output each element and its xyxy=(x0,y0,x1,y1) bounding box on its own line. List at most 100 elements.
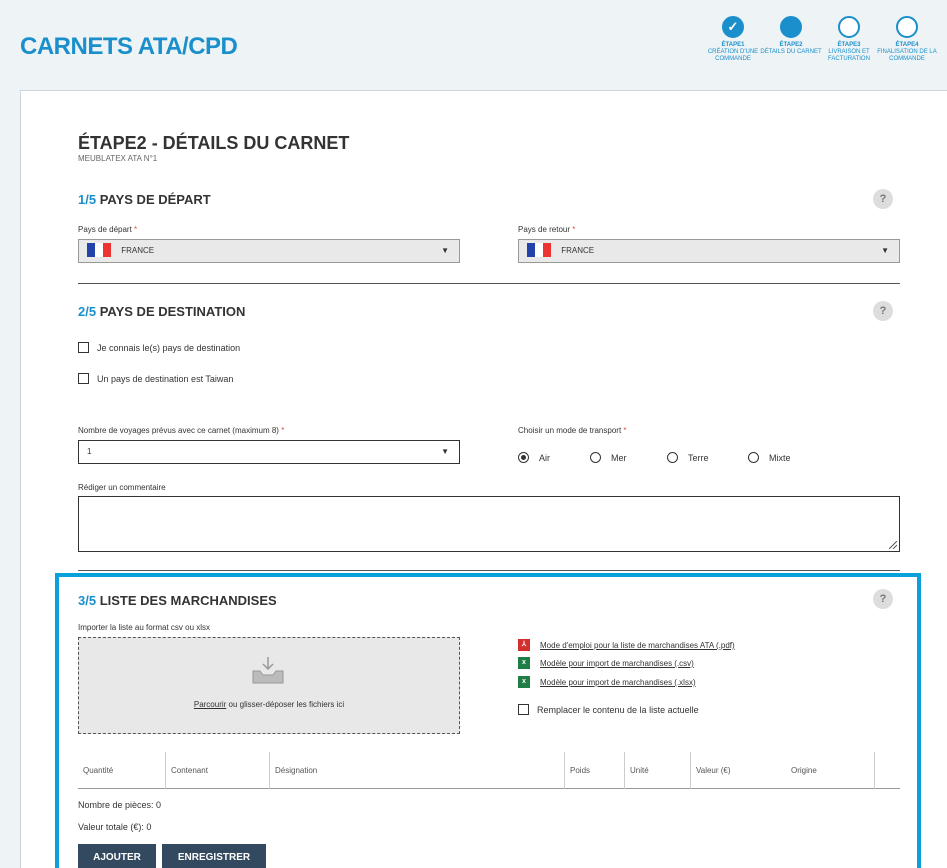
voyages-label-text: Nombre de voyages prévus avec ce carnet … xyxy=(78,426,279,435)
column-header[interactable]: Valeur (€) xyxy=(690,752,786,789)
current-step-dot xyxy=(780,16,802,38)
radio-button[interactable] xyxy=(518,452,529,464)
depart-label-text: Pays de départ xyxy=(78,225,132,234)
section-1-title: 1/5 PAYS DE DÉPART xyxy=(78,192,211,207)
required-mark: * xyxy=(623,426,627,435)
divider xyxy=(78,283,900,284)
checkbox-box[interactable] xyxy=(78,373,89,385)
section-2-label: PAYS DE DESTINATION xyxy=(99,304,246,319)
pdf-icon: ⅄ xyxy=(518,639,530,651)
help-icon[interactable]: ? xyxy=(873,189,893,209)
help-icon[interactable]: ? xyxy=(873,589,893,609)
radio-label: Mixte xyxy=(769,453,791,463)
transport-label: Choisir un mode de transport * xyxy=(518,426,627,435)
radio-button[interactable] xyxy=(590,452,601,464)
radio-button[interactable] xyxy=(748,452,759,464)
known-destination-checkbox[interactable]: Je connais le(s) pays de destination xyxy=(78,342,241,354)
radio-label: Mer xyxy=(611,453,627,463)
column-header[interactable]: Désignation xyxy=(269,752,564,789)
required-mark: * xyxy=(281,426,285,435)
section-3-title: 3/5 LISTE DES MARCHANDISES xyxy=(78,593,277,608)
divider xyxy=(78,570,900,571)
column-header[interactable]: Unité xyxy=(624,752,690,789)
step-3: ÉTAPE3 LIVRAISON ET FACTURATION xyxy=(816,16,882,63)
checkbox-box[interactable] xyxy=(78,342,89,354)
taiwan-checkbox[interactable]: Un pays de destination est Taiwan xyxy=(78,373,234,385)
required-mark: * xyxy=(572,225,576,234)
total-value: Valeur totale (€): 0 xyxy=(78,822,152,832)
step-2-number: ÉTAPE2 xyxy=(779,42,803,48)
voyages-value: 1 xyxy=(87,447,92,456)
dropdown-arrow-icon: ▼ xyxy=(881,246,889,255)
retour-label: Pays de retour * xyxy=(518,225,575,234)
step-4-label: FINALISATION DE LA COMMANDE xyxy=(877,49,937,62)
voyages-label: Nombre de voyages prévus avec ce carnet … xyxy=(78,426,284,435)
transport-label-text: Choisir un mode de transport xyxy=(518,426,622,435)
save-button[interactable]: ENREGISTRER xyxy=(162,844,266,868)
pdf-guide-link[interactable]: ⅄ Mode d'emploi pour la liste de marchand… xyxy=(518,639,735,652)
depart-country-value: FRANCE xyxy=(121,246,155,255)
excel-icon: x xyxy=(518,676,530,688)
section-2-title: 2/5 PAYS DE DESTINATION xyxy=(78,304,245,319)
comment-textarea[interactable] xyxy=(78,496,900,552)
column-header[interactable]: Poids xyxy=(564,752,624,789)
depart-country-select[interactable]: FRANCE ▼ xyxy=(78,239,460,263)
voyages-select[interactable]: 1 ▼ xyxy=(78,440,460,464)
radio-button[interactable] xyxy=(667,452,678,464)
transport-radio-terre[interactable]: Terre xyxy=(667,452,709,464)
required-mark: * xyxy=(134,225,138,234)
step-1-label: CRÉATION D'UNE COMMANDE xyxy=(707,49,759,62)
replace-list-checkbox[interactable]: Remplacer le contenu de la liste actuell… xyxy=(518,704,699,716)
transport-radio-air[interactable]: Air xyxy=(518,452,550,464)
column-header[interactable]: Origine xyxy=(786,752,874,789)
depart-label: Pays de départ * xyxy=(78,225,137,234)
xlsx-template-link-text[interactable]: Modèle pour import de marchandises (.xls… xyxy=(540,678,696,687)
pieces-count: Nombre de pièces: 0 xyxy=(78,800,162,810)
section-3-number: 3/5 xyxy=(78,593,97,608)
excel-icon: x xyxy=(518,657,530,669)
step-4-number: ÉTAPE4 xyxy=(895,42,919,48)
check-icon: ✓ xyxy=(722,16,744,38)
pending-step-circle xyxy=(838,16,860,38)
radio-label: Air xyxy=(539,453,550,463)
csv-template-link-text[interactable]: Modèle pour import de marchandises (.csv… xyxy=(540,659,694,668)
france-flag-icon xyxy=(87,242,111,257)
dropdown-arrow-icon: ▼ xyxy=(441,246,449,255)
step-2: ÉTAPE2 DÉTAILS DU CARNET xyxy=(758,16,824,56)
csv-template-link[interactable]: x Modèle pour import de marchandises (.cs… xyxy=(518,657,694,670)
retour-country-select[interactable]: FRANCE ▼ xyxy=(518,239,900,263)
column-spacer xyxy=(874,752,900,789)
checkbox-label: Remplacer le contenu de la liste actuell… xyxy=(537,705,699,715)
column-header[interactable]: Quantité xyxy=(78,752,165,789)
radio-label: Terre xyxy=(688,453,709,463)
help-icon[interactable]: ? xyxy=(873,301,893,321)
resize-handle-icon[interactable] xyxy=(889,541,897,549)
drop-hint: ou glisser-déposer les fichiers ici xyxy=(226,700,345,709)
section-3-label: LISTE DES MARCHANDISES xyxy=(99,593,277,608)
step-3-label: LIVRAISON ET FACTURATION xyxy=(828,49,870,62)
section-1-label: PAYS DE DÉPART xyxy=(99,192,211,207)
browse-link[interactable]: Parcourir xyxy=(194,700,226,709)
app-title: CARNETS ATA/CPD xyxy=(20,33,238,60)
import-label: Importer la liste au format csv ou xlsx xyxy=(78,623,211,632)
page-title: ÉTAPE2 - DÉTAILS DU CARNET xyxy=(78,133,350,153)
drop-zone-text: Parcourir ou glisser-déposer les fichier… xyxy=(79,700,459,709)
xlsx-template-link[interactable]: x Modèle pour import de marchandises (.xl… xyxy=(518,676,696,689)
file-drop-zone[interactable]: Parcourir ou glisser-déposer les fichier… xyxy=(78,637,460,734)
add-button[interactable]: AJOUTER xyxy=(78,844,156,868)
transport-radio-mer[interactable]: Mer xyxy=(590,452,627,464)
goods-table-header: Quantité Contenant Désignation Poids Uni… xyxy=(78,752,900,789)
pdf-guide-link-text[interactable]: Mode d'emploi pour la liste de marchandi… xyxy=(540,641,735,650)
france-flag-icon xyxy=(527,242,551,257)
checkbox-label: Un pays de destination est Taiwan xyxy=(97,374,234,384)
column-header[interactable]: Contenant xyxy=(165,752,269,789)
checkbox-label: Je connais le(s) pays de destination xyxy=(97,343,241,353)
step-1: ✓ ÉTAPE1 CRÉATION D'UNE COMMANDE xyxy=(700,16,766,63)
step-2-label: DÉTAILS DU CARNET xyxy=(760,49,822,55)
retour-label-text: Pays de retour xyxy=(518,225,571,234)
step-3-number: ÉTAPE3 xyxy=(837,42,861,48)
transport-radio-mixte[interactable]: Mixte xyxy=(748,452,791,464)
step-1-number: ÉTAPE1 xyxy=(721,42,745,48)
retour-country-value: FRANCE xyxy=(561,246,595,255)
checkbox-box[interactable] xyxy=(518,704,529,716)
